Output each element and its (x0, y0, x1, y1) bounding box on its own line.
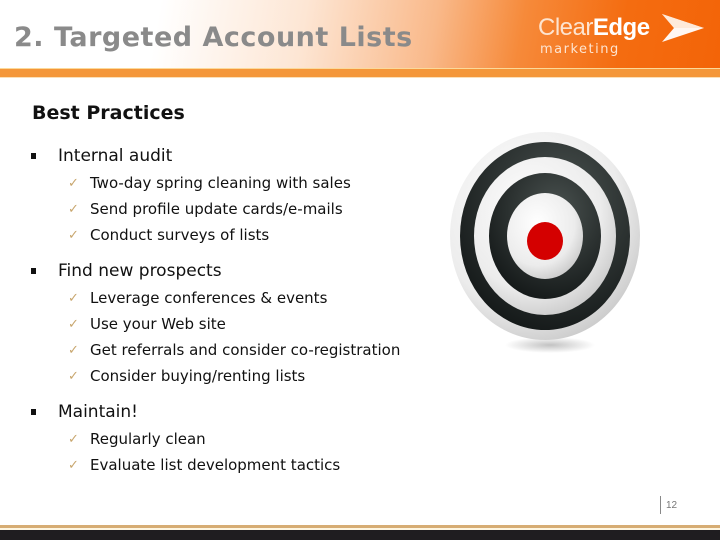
page-number-divider (660, 496, 661, 514)
clearedge-logo: ClearEdge marketing (538, 12, 708, 62)
list-item: Find new prospects (58, 261, 222, 281)
target-bullseye-icon (450, 132, 640, 353)
list-subitem: Regularly clean (90, 430, 206, 448)
header-divider (0, 68, 720, 78)
section-heading: Best Practices (32, 102, 185, 124)
logo-tagline: marketing (540, 42, 620, 57)
list-subitem: Use your Web site (90, 315, 226, 333)
check-icon: ✓ (68, 202, 79, 217)
arrow-chevron-icon (662, 14, 704, 42)
list-subitem: Leverage conferences & events (90, 289, 328, 307)
list-subitem: Conduct surveys of lists (90, 226, 270, 244)
bullet-icon (31, 409, 36, 415)
list-subitem: Get referrals and consider co-registrati… (90, 341, 401, 359)
list-subitem: Send profile update cards/e-mails (90, 200, 343, 218)
check-icon: ✓ (68, 317, 79, 332)
check-icon: ✓ (68, 291, 79, 306)
bullet-icon (31, 153, 36, 159)
slide-title: 2. Targeted Account Lists (14, 22, 413, 53)
bullet-icon (31, 268, 36, 274)
check-icon: ✓ (68, 458, 79, 473)
check-icon: ✓ (68, 432, 79, 447)
check-icon: ✓ (68, 369, 79, 384)
check-icon: ✓ (68, 343, 79, 358)
list-item: Maintain! (58, 402, 138, 422)
logo-wordmark: ClearEdge (538, 14, 650, 41)
page-number: 12 (666, 500, 678, 511)
footer-bar (0, 530, 720, 540)
list-subitem: Two-day spring cleaning with sales (90, 174, 351, 192)
list-subitem: Consider buying/renting lists (90, 367, 306, 385)
check-icon: ✓ (68, 176, 79, 191)
check-icon: ✓ (68, 228, 79, 243)
list-subitem: Evaluate list development tactics (90, 456, 341, 474)
list-item: Internal audit (58, 146, 173, 166)
